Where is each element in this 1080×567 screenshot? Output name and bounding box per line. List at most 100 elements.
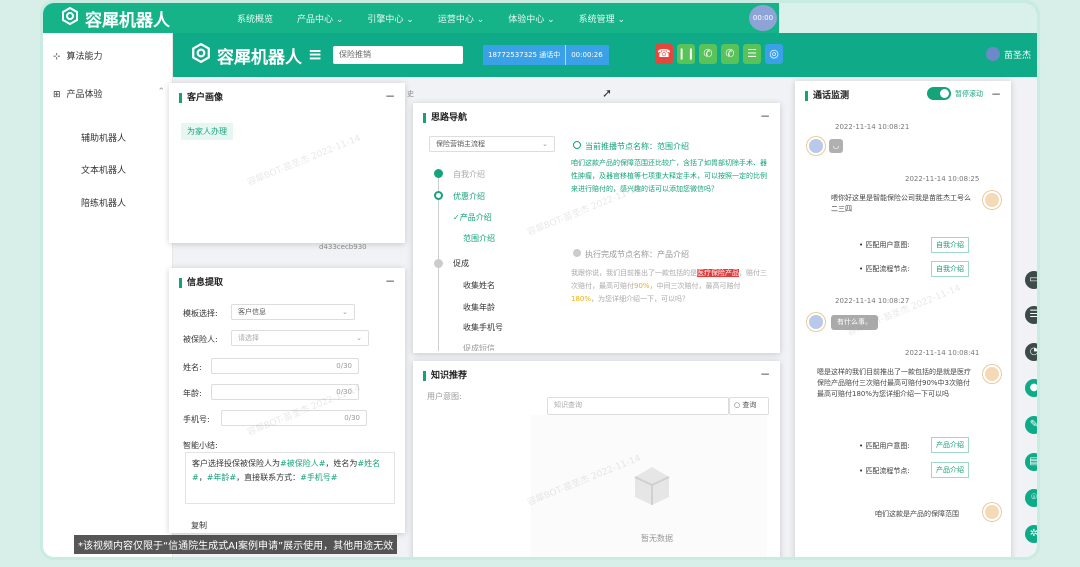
insured-select[interactable]: 请选择 ⌄ (231, 330, 369, 346)
hexagon-logo-icon (61, 6, 79, 30)
settings-icon[interactable]: ✲ (1025, 525, 1037, 543)
step-collect-name[interactable]: 收集姓名 (463, 280, 495, 291)
pause-scroll-toggle[interactable] (927, 87, 951, 100)
info-extraction-panel: 信息提取 − 模板选择: 客户信息 ⌄ 被保险人: 请选择 ⌄ 姓名: 0/30 年… (169, 268, 405, 533)
message-icon[interactable]: ☰ (1025, 306, 1037, 324)
panel-title: 信息提取 (179, 278, 223, 288)
step-offer-intro[interactable]: 优惠介绍 (453, 191, 485, 202)
disclaimer-caption: *该视频内容仅限于“信通院生成式AI案例申请”展示使用，其他用途无效 (74, 535, 398, 554)
user-avatar (985, 47, 1000, 61)
knowledge-panel: 知识推荐 − 用户意图: 知识查询 ○ 查询 暂无数据 (413, 361, 780, 557)
nav-product-center[interactable]: 产品中心 ⌄ (297, 12, 343, 25)
empty-text: 暂无数据 (641, 534, 673, 543)
agent-avatar (983, 365, 1001, 383)
node-match-button[interactable]: 产品介绍 (931, 462, 969, 478)
pause-icon[interactable]: ❙❙ (677, 44, 695, 64)
user-name: 苗圣杰 (1003, 50, 1031, 61)
insured-label: 被保险人: (183, 335, 218, 344)
grid-icon: ⊞ (53, 90, 61, 100)
hexagon-logo-icon (191, 42, 211, 68)
node-done-icon (434, 169, 443, 178)
phone-forward-icon[interactable]: ✆ (721, 44, 739, 64)
minimize-icon[interactable]: − (991, 87, 1001, 101)
search-button[interactable]: ○ 查询 (729, 397, 769, 415)
customer-profile-panel: 客户画像 − 为家人办理 (169, 83, 405, 243)
menu-icon[interactable]: ≡ (308, 45, 322, 65)
note-icon[interactable]: ▤ (1025, 453, 1037, 471)
history-icon[interactable]: ◔ (1025, 343, 1037, 361)
chat-icon[interactable]: ▭ (1025, 271, 1037, 289)
nav-system-admin[interactable]: 系统管理 ⌄ (579, 12, 625, 25)
customer-avatar (807, 137, 825, 155)
list-icon[interactable]: ☰ (743, 44, 761, 64)
timestamp: 2022-11-14 10:08:21 (835, 123, 910, 131)
knowledge-search-input[interactable]: 知识查询 (547, 397, 729, 415)
minimize-icon[interactable]: − (385, 274, 395, 288)
nav-experience-center[interactable]: 体验中心 ⌄ (508, 12, 554, 25)
step-collect-phone[interactable]: 收集手机号 (463, 322, 503, 333)
step-close-sms[interactable]: 促成短信 (463, 343, 495, 351)
summary-textarea[interactable]: 客户选择投保被保险人为#被保险人#，姓名为#姓名#，#年龄#，直接联系方式：#手… (185, 452, 395, 504)
panel-title: 客户画像 (179, 93, 223, 103)
summary-label: 智能小结: (183, 441, 218, 450)
scenario-select[interactable]: 保险推销 (333, 46, 463, 64)
header-brand[interactable]: 容犀机器人 ≡ (191, 42, 322, 68)
sidebar-item-text-robot[interactable]: 文本机器人 (81, 163, 126, 176)
chevron-up-icon: ⌃ (157, 87, 165, 97)
algorithm-icon: ⊹ (53, 52, 61, 62)
contact-icon[interactable]: ● (1025, 379, 1037, 397)
user-menu[interactable]: 苗圣杰 (985, 47, 1031, 61)
sidebar-item-product-experience[interactable]: ⊞ 产品体验 ⌃ (53, 87, 165, 100)
intent-match-button[interactable]: 产品介绍 (931, 437, 969, 453)
name-input[interactable]: 0/30 (211, 358, 359, 374)
sidebar-item-training-robot[interactable]: 陪练机器人 (81, 196, 126, 209)
minimize-icon[interactable]: − (760, 109, 770, 123)
nav-overview[interactable]: 系统概览 (237, 12, 273, 25)
app-frame: 容犀机器人 系统概览 产品中心 ⌄ 引擎中心 ⌄ 运营中心 ⌄ 体验中心 ⌄ 系… (40, 0, 1040, 560)
step-collect-age[interactable]: 收集年龄 (463, 302, 495, 313)
stray-text: 史 (407, 90, 414, 98)
minimize-icon[interactable]: − (385, 89, 395, 103)
minimize-icon[interactable]: − (760, 367, 770, 381)
call-timer: 00:00:26 (565, 45, 607, 65)
step-close[interactable]: 促成 (453, 258, 469, 269)
panel-title: 通话监测 (805, 91, 849, 101)
sidebar-item-algorithm[interactable]: ⊹ 算法能力 (53, 49, 103, 62)
top-brand[interactable]: 容犀机器人 (43, 6, 213, 31)
header-brand-text: 容犀机器人 (217, 47, 302, 68)
node-match-button[interactable]: 自我介绍 (931, 261, 969, 277)
edit-icon[interactable]: ✎ (1025, 416, 1037, 434)
age-label: 年龄: (183, 389, 202, 398)
call-monitor-panel: 通话监测 暂停滚动 − 2022-11-14 10:08:21 ◡ 2022-1… (795, 81, 1011, 557)
step-scope-intro[interactable]: 范围介绍 (463, 233, 495, 244)
chevron-down-icon: ⌄ (356, 334, 362, 342)
agent-message: 喂你好这里是智能保险公司我是苗胜杰工号么二三四 (831, 194, 971, 213)
agent-message: 咱们这款是产品的保障范围 (875, 510, 959, 518)
phone-input[interactable]: 0/30 (221, 410, 367, 426)
step-product-intro[interactable]: ✓产品介绍 (453, 212, 492, 223)
top-avatar[interactable]: 00:00 (749, 5, 777, 31)
flow-select[interactable]: 保险营销主流程 ⌄ (429, 136, 555, 152)
top-brand-text: 容犀机器人 (85, 10, 170, 31)
agent-message: 嗯是这样的我们目前推出了一款包括的是就是医疗保险产品赔付三次赔付最高可赔付90%… (817, 368, 971, 398)
navigation-panel: 思路导航 − 保险营销主流程 ⌄ 自我介绍 优惠介绍 ✓产品介绍 范围介绍 促成 … (413, 103, 780, 353)
next-node: 执行完成节点名称：产品介绍 (573, 249, 689, 260)
sidebar-item-assist-robot[interactable]: 辅助机器人 (81, 131, 126, 144)
panel-title: 知识推荐 (423, 371, 467, 381)
nav-engine-center[interactable]: 引擎中心 ⌄ (367, 12, 413, 25)
age-input[interactable]: 0/30 (211, 384, 359, 400)
phone-transfer-icon[interactable]: ✆ (699, 44, 717, 64)
phone-label: 手机号: (183, 415, 210, 424)
nav-ops-center[interactable]: 运营中心 ⌄ (438, 12, 484, 25)
hangup-icon[interactable]: ☎ (655, 44, 673, 64)
copy-button[interactable]: 复制 (191, 520, 207, 531)
current-node: 当前推播节点名称：范围介绍 (573, 141, 689, 152)
intent-match-button[interactable]: 自我介绍 (931, 237, 969, 253)
target-icon[interactable]: ◎ (765, 44, 783, 64)
workspace-header: 容犀机器人 ≡ 保险推销 18772537325 通话中 00:00:26 ☎ … (173, 33, 1037, 77)
step-self-intro[interactable]: 自我介绍 (453, 169, 485, 180)
customer-tag: 为家人办理 (181, 123, 233, 140)
template-select[interactable]: 客户信息 ⌄ (231, 304, 355, 320)
location-icon[interactable]: ⌾ (1025, 489, 1037, 507)
circle-filled-icon (573, 249, 581, 257)
